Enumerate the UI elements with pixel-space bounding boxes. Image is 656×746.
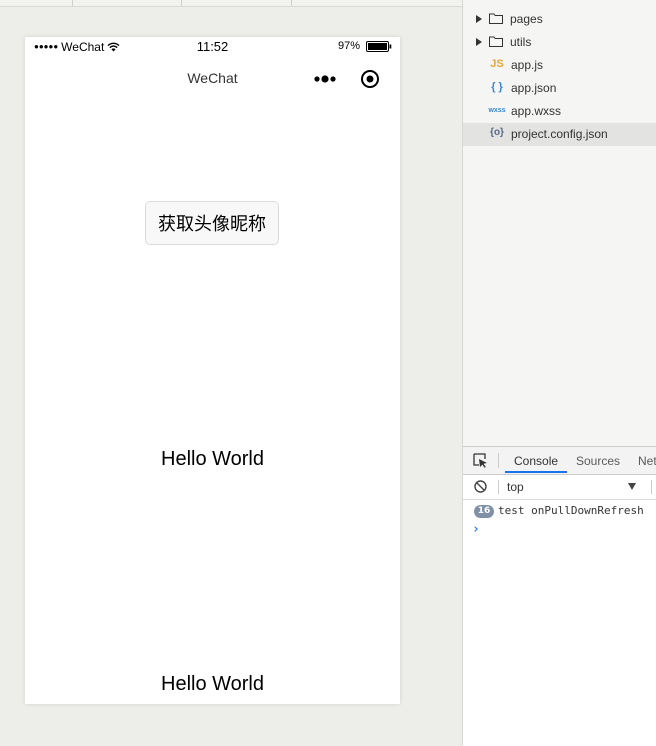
config-file-icon: {o} (490, 127, 504, 138)
tree-item-label: utils (510, 35, 532, 49)
tab-network[interactable]: Net (638, 454, 656, 468)
toolbar-divider (651, 480, 652, 494)
tree-item-label: app.wxss (511, 104, 562, 118)
tree-item-app-wxss[interactable]: wxss app.wxss (463, 100, 656, 123)
folder-icon (489, 36, 503, 47)
tree-item-label: app.json (511, 81, 557, 95)
tab-console[interactable]: Console (514, 454, 558, 468)
toolbar-divider (181, 0, 182, 6)
close-miniprogram-icon[interactable] (347, 66, 392, 92)
devtools-panel: Console Sources Net top 16 test onPullDo… (463, 446, 656, 746)
wxss-file-icon: wxss (488, 107, 506, 114)
battery-icon (366, 40, 392, 52)
tab-sources[interactable]: Sources (576, 454, 620, 468)
tree-item-app-json[interactable]: { } app.json (463, 77, 656, 100)
context-select[interactable]: top (507, 480, 524, 494)
console-prompt-icon[interactable]: › (472, 522, 480, 537)
hello-world-text: Hello World (161, 448, 264, 470)
tree-item-project-config-json[interactable]: {o} project.config.json (463, 123, 656, 146)
js-file-icon: JS (490, 58, 504, 70)
repeat-count-badge: 16 (474, 505, 494, 518)
tree-item-label: pages (510, 12, 543, 26)
battery-percent: 97% (337, 40, 360, 52)
expand-arrow-icon[interactable] (476, 15, 482, 23)
more-icon[interactable] (302, 66, 347, 92)
tree-item-label: app.js (511, 58, 544, 72)
status-bar: ●●●●● WeChat 11:52 97% (25, 37, 400, 57)
active-tab-indicator (505, 471, 567, 473)
hello-world-text: Hello World (161, 673, 264, 695)
toolbar-divider (72, 0, 73, 6)
toolbar-divider (291, 0, 292, 6)
simulator-screen: ●●●●● WeChat 11:52 97% WeChat 获取头像昵称 Hel… (25, 37, 400, 704)
console-toolbar: top (463, 475, 656, 500)
menu-capsule (302, 66, 392, 92)
top-toolbar-strip (0, 0, 462, 7)
tree-item-utils[interactable]: utils (463, 31, 656, 54)
toolbar-divider (498, 480, 499, 494)
tree-item-pages[interactable]: pages (463, 8, 656, 31)
file-tree: pages utils JS app.js { } app.json wxss … (463, 8, 656, 146)
editor-side-panel: pages utils JS app.js { } app.json wxss … (462, 0, 656, 746)
console-message-row: 16 test onPullDownRefresh (463, 503, 656, 521)
console-message-text: test onPullDownRefresh (498, 504, 644, 517)
json-file-icon: { } (491, 81, 503, 93)
inspect-element-icon[interactable] (473, 453, 488, 468)
clear-console-icon[interactable] (474, 480, 487, 493)
get-avatar-nickname-button[interactable]: 获取头像昵称 (145, 201, 279, 245)
toolbar-divider (498, 453, 499, 468)
tree-item-app-js[interactable]: JS app.js (463, 54, 656, 77)
status-right: 97% (338, 40, 392, 52)
expand-arrow-icon[interactable] (476, 38, 482, 46)
navigation-bar: WeChat (25, 57, 400, 101)
devtools-tab-bar: Console Sources Net (463, 447, 656, 475)
dropdown-arrow-icon[interactable] (628, 483, 636, 490)
folder-icon (489, 13, 503, 24)
tree-item-label: project.config.json (511, 127, 608, 141)
